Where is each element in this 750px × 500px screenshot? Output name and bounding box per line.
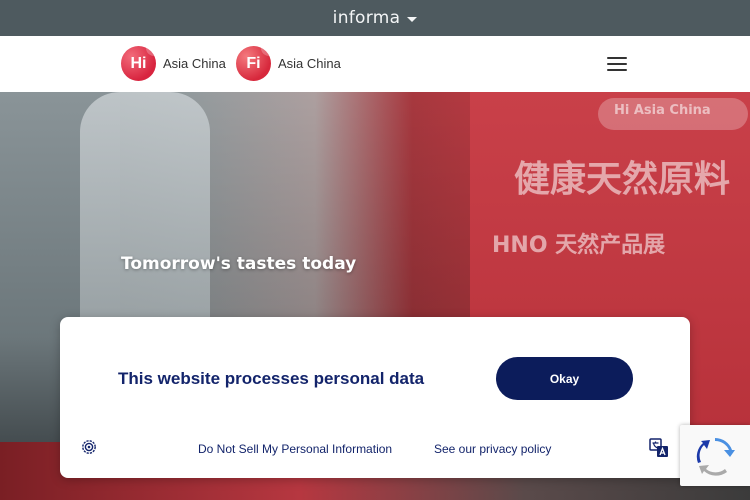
informa-topbar: informa xyxy=(0,0,750,36)
hi-logo-mark: Hi xyxy=(121,46,156,81)
do-not-sell-link[interactable]: Do Not Sell My Personal Information xyxy=(198,442,392,456)
hero-title: Tomorrow's tastes today xyxy=(121,254,357,274)
fi-logo-mark: Fi xyxy=(236,46,271,81)
hero-backdrop-display xyxy=(80,92,210,332)
hero-banner-text: 健康天然原料 xyxy=(514,159,731,200)
hero-sign-text: Hi Asia China xyxy=(614,103,711,118)
fi-logo-label: Asia China xyxy=(278,56,341,71)
okay-button[interactable]: Okay xyxy=(496,357,633,400)
hero-booth-text: HNO 天然产品展 xyxy=(492,233,666,258)
informa-brand-menu[interactable]: informa xyxy=(333,8,418,28)
site-header: Hi Asia China Fi Asia China xyxy=(0,36,750,92)
hi-logo-label: Asia China xyxy=(163,56,226,71)
cookie-consent-panel: This website processes personal data Oka… xyxy=(60,317,690,478)
hamburger-menu-icon[interactable] xyxy=(607,57,627,71)
settings-icon[interactable] xyxy=(81,439,97,455)
informa-logo: informa xyxy=(332,8,401,28)
hi-asia-china-logo[interactable]: Hi Asia China xyxy=(121,46,226,81)
recaptcha-badge[interactable] xyxy=(680,425,750,486)
recaptcha-icon xyxy=(696,437,735,476)
chevron-down-icon xyxy=(407,16,418,22)
consent-title: This website processes personal data xyxy=(118,369,425,388)
translate-icon[interactable] xyxy=(649,438,669,458)
fi-asia-china-logo[interactable]: Fi Asia China xyxy=(236,46,341,81)
privacy-policy-link[interactable]: See our privacy policy xyxy=(434,442,551,456)
